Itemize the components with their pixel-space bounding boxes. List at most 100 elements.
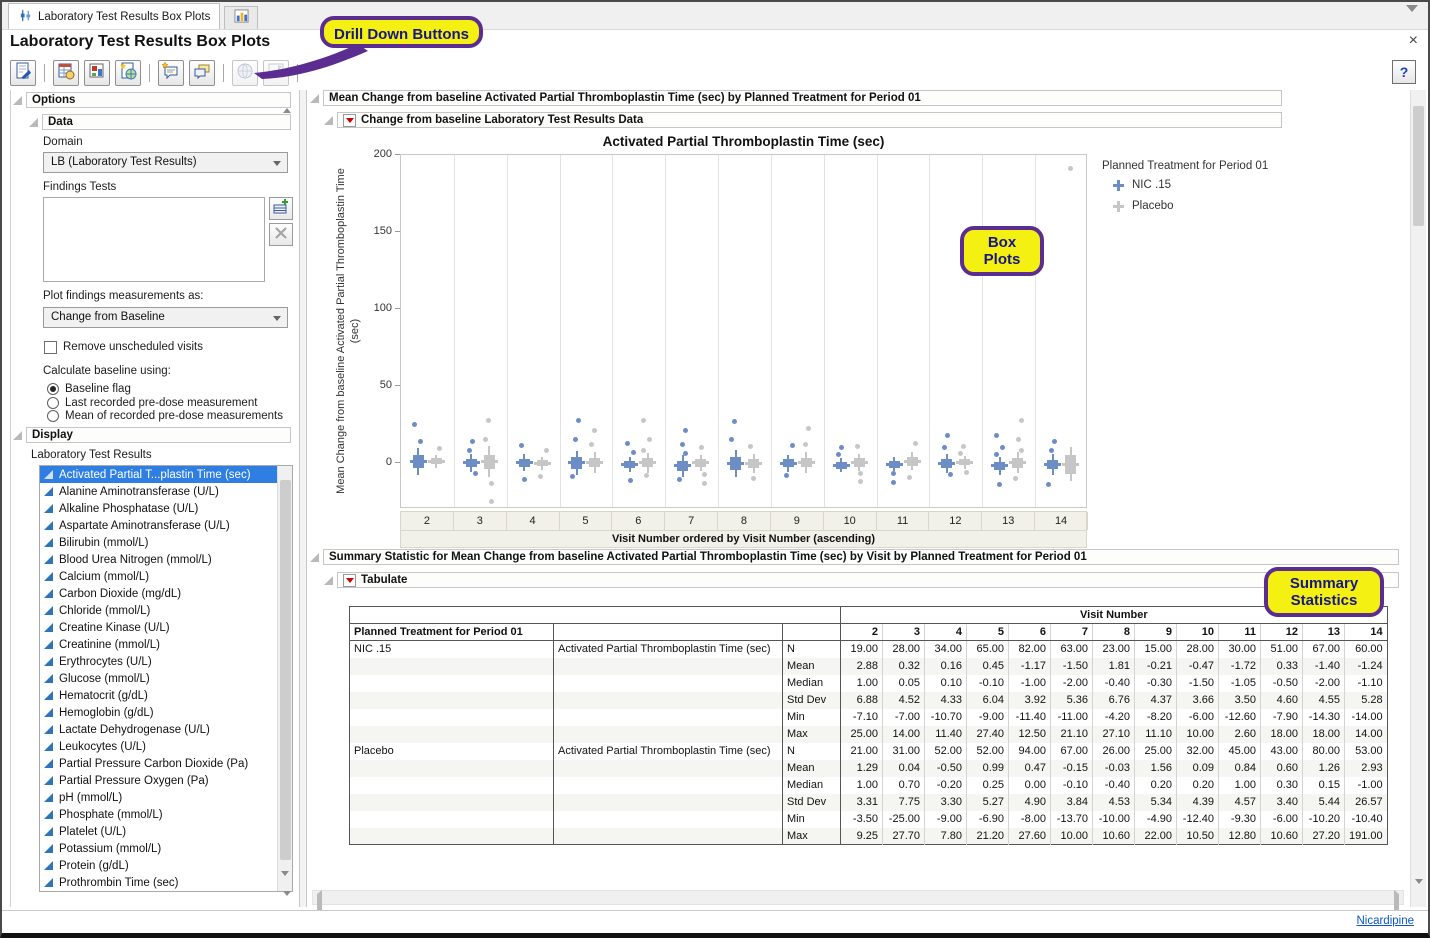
collapse-triangle-icon[interactable] (310, 553, 319, 562)
lab-test-list-item[interactable]: pH (mmol/L) (40, 789, 277, 806)
stat-label-cell: Median (783, 675, 841, 692)
lab-test-list-item[interactable]: Erythrocytes (U/L) (40, 653, 277, 670)
report-button[interactable] (10, 60, 36, 86)
continuous-variable-icon (44, 572, 53, 581)
lab-test-list-item[interactable]: Aspartate Aminotransferase (U/L) (40, 517, 277, 534)
stat-value-cell: 25.00 (1135, 743, 1177, 760)
panel-scroll-down-icon[interactable] (283, 896, 291, 908)
tab-chart[interactable] (224, 6, 258, 29)
visit-column-header: 14 (1345, 624, 1388, 641)
vertical-scrollbar[interactable] (1410, 90, 1426, 907)
lab-test-list-item[interactable]: Protein (g/dL) (40, 857, 277, 874)
help-button[interactable]: ? (1392, 60, 1416, 84)
lab-test-list-item[interactable]: Activated Partial T...plastin Time (sec) (40, 466, 277, 483)
data-point (836, 452, 841, 457)
lab-test-list-item[interactable]: Calcium (mmol/L) (40, 568, 277, 585)
scrollbar-thumb[interactable] (1413, 106, 1424, 226)
web-report-button[interactable] (115, 60, 141, 86)
stat-value-cell: 27.20 (1303, 828, 1345, 845)
stat-value-cell: 6.76 (1093, 692, 1135, 709)
remove-tests-button[interactable] (269, 223, 293, 246)
stat-value-cell: 10.60 (1261, 828, 1303, 845)
baseline-radio-option[interactable]: Mean of recorded pre-dose measurements (47, 409, 283, 423)
findings-tests-listbox[interactable] (43, 197, 265, 282)
radio-button-icon[interactable] (47, 383, 59, 395)
display-header[interactable]: Display (26, 427, 291, 443)
lab-test-list-item[interactable]: Partial Pressure Carbon Dioxide (Pa) (40, 755, 277, 772)
lab-test-list-item[interactable]: Alkaline Phosphatase (U/L) (40, 500, 277, 517)
stat-value-cell: 1.56 (1135, 760, 1177, 777)
x-tick-label: 4 (507, 512, 560, 530)
continuous-variable-icon (44, 776, 53, 785)
lab-test-list-item[interactable]: Carbon Dioxide (mg/dL) (40, 585, 277, 602)
horizontal-scrollbar[interactable] (312, 890, 1404, 905)
lab-test-list-item[interactable]: Alanine Aminotransferase (U/L) (40, 483, 277, 500)
notes-button[interactable] (189, 60, 215, 86)
lab-test-list-item[interactable]: Lactate Dehydrogenase (U/L) (40, 721, 277, 738)
close-icon[interactable]: × (1409, 33, 1418, 49)
box-plots-callout: Box Plots (960, 226, 1044, 276)
radio-button-icon[interactable] (47, 397, 59, 409)
lab-test-list-item[interactable]: Bilirubin (mmol/L) (40, 534, 277, 551)
scroll-down-icon[interactable] (281, 876, 289, 888)
lab-test-list-item[interactable]: Chloride (mmol/L) (40, 602, 277, 619)
lab-test-list-item[interactable]: Partial Pressure Oxygen (Pa) (40, 772, 277, 789)
boxplot-section-header[interactable]: Mean Change from baseline Activated Part… (323, 90, 1282, 106)
legend-entry[interactable]: NIC .15 (1112, 177, 1268, 193)
panel-scroll-up-icon[interactable] (283, 96, 291, 108)
scrollbar-thumb[interactable] (280, 480, 291, 860)
stat-value-cell: 0.05 (883, 675, 925, 692)
stat-value-cell: -10.20 (1303, 811, 1345, 828)
journal-button[interactable] (84, 60, 110, 86)
collapse-triangle-icon[interactable] (324, 576, 333, 585)
red-triangle-menu-icon[interactable] (343, 114, 356, 127)
nicardipine-link[interactable]: Nicardipine (1356, 915, 1414, 927)
stat-value-cell: 14.00 (1345, 726, 1388, 743)
lab-test-list-item[interactable]: Leukocytes (U/L) (40, 738, 277, 755)
red-triangle-menu-icon[interactable] (343, 574, 356, 587)
lab-test-list-item[interactable]: Creatinine (mmol/L) (40, 636, 277, 653)
stat-value-cell: 12.80 (1219, 828, 1261, 845)
lab-test-list-item[interactable]: Glucose (mmol/L) (40, 670, 277, 687)
list-scrollbar[interactable] (277, 466, 292, 891)
tab-list-dropdown-icon[interactable] (1406, 12, 1418, 30)
stat-value-cell: 11.10 (1135, 726, 1177, 743)
treatment-cell (350, 828, 554, 845)
data-point (683, 451, 688, 456)
treatment-cell (350, 726, 554, 743)
lab-test-list-item[interactable]: Prothrombin Time (sec) (40, 874, 277, 891)
table-row: Max9.2527.707.8021.2027.6010.0010.6022.0… (350, 828, 1388, 845)
lab-test-list-item[interactable]: Blood Urea Nitrogen (mmol/L) (40, 551, 277, 568)
lab-test-list-item[interactable]: Potassium (mmol/L) (40, 840, 277, 857)
collapse-triangle-icon[interactable] (310, 94, 319, 103)
plot-as-select[interactable]: Change from Baseline (43, 307, 288, 328)
add-note-button[interactable] (158, 60, 184, 86)
lab-test-list-item[interactable]: Creatine Kinase (U/L) (40, 619, 277, 636)
collapse-triangle-icon[interactable] (324, 116, 333, 125)
collapse-triangle-icon[interactable] (13, 96, 22, 105)
add-tests-button[interactable] (269, 197, 293, 220)
data-header[interactable]: Data (42, 114, 291, 130)
plot-area[interactable] (400, 154, 1087, 508)
lab-test-list-item[interactable]: Phosphate (mmol/L) (40, 806, 277, 823)
lab-test-list-item[interactable]: Platelet (U/L) (40, 823, 277, 840)
data-point (748, 444, 753, 449)
lab-test-list-item[interactable]: Hematocrit (g/dL) (40, 687, 277, 704)
tab-lab-results-box-plots[interactable]: Laboratory Test Results Box Plots (8, 3, 220, 29)
remove-unscheduled-checkbox[interactable] (44, 341, 57, 354)
data-table-button[interactable] (53, 60, 79, 86)
data-point (858, 479, 863, 484)
domain-select[interactable]: LB (Laboratory Test Results) (43, 152, 288, 173)
summary-section-header[interactable]: Summary Statistic for Mean Change from b… (323, 549, 1399, 565)
baseline-radio-option[interactable]: Baseline flag (47, 382, 131, 396)
collapse-triangle-icon[interactable] (13, 431, 22, 440)
radio-button-icon[interactable] (47, 410, 59, 422)
legend-entry[interactable]: Placebo (1112, 198, 1268, 214)
panel-splitter[interactable] (299, 90, 307, 907)
collapse-triangle-icon[interactable] (29, 118, 38, 127)
baseline-radio-option[interactable]: Last recorded pre-dose measurement (47, 396, 257, 410)
lab-test-list-item[interactable]: Hemoglobin (g/dL) (40, 704, 277, 721)
stat-value-cell: 4.55 (1303, 692, 1345, 709)
scroll-down-icon[interactable] (1415, 884, 1423, 902)
options-header[interactable]: Options (26, 92, 291, 108)
